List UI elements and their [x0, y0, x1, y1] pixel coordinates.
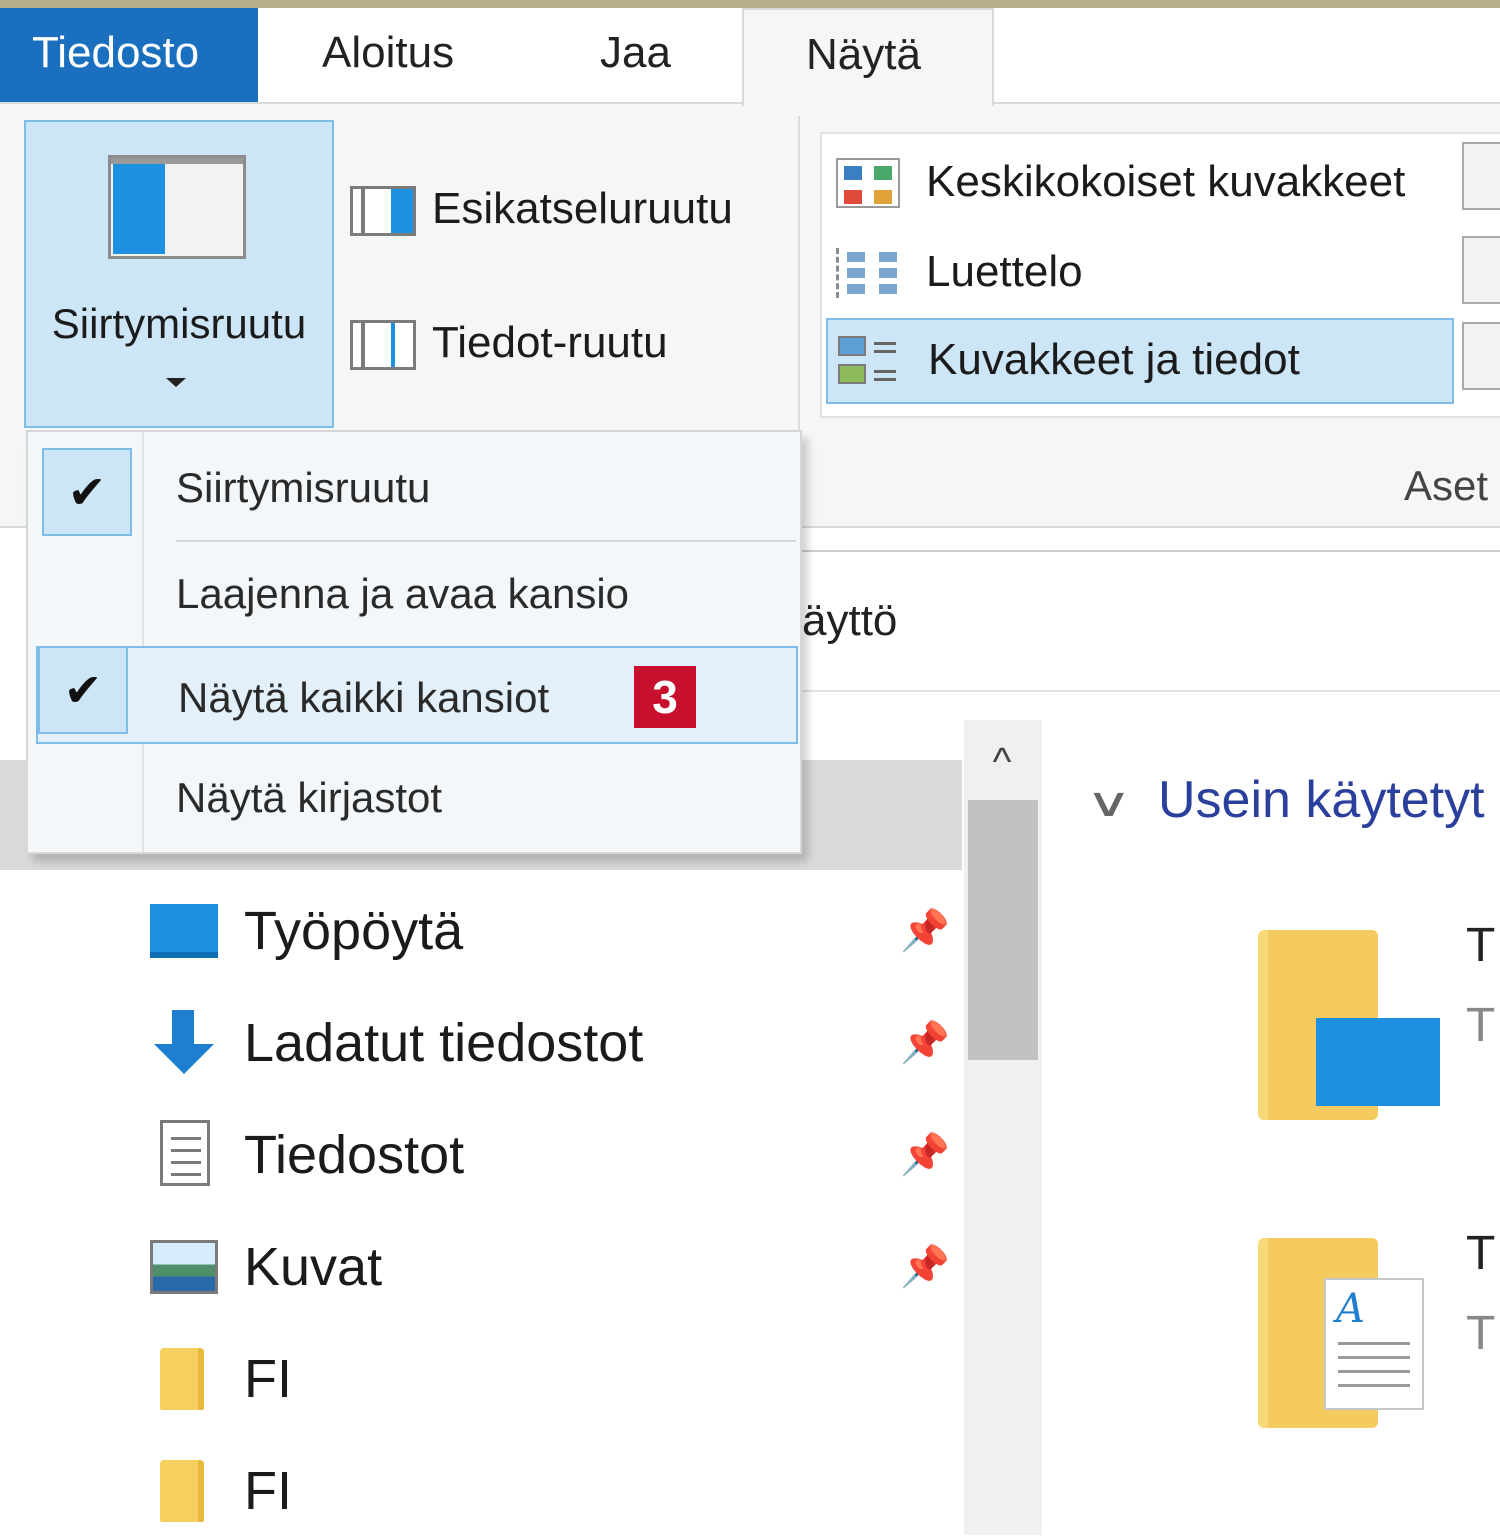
menu-item-show-all-folders[interactable]: ✔ Näytä kaikki kansiot 3 — [36, 646, 798, 744]
pin-icon[interactable]: 📌 — [900, 998, 950, 1088]
scroll-up-icon[interactable]: ^ — [980, 740, 1024, 784]
preview-pane-icon — [350, 186, 416, 236]
tree-item-pictures[interactable]: Kuvat 📌 — [150, 1222, 950, 1312]
item-subtitle-clipped: T — [1466, 1307, 1496, 1360]
folder-icon — [160, 1348, 204, 1410]
chevron-down-icon[interactable]: ∨ — [1085, 780, 1132, 826]
tiles-icon — [838, 336, 902, 386]
tree-item-downloads[interactable]: Ladatut tiedostot 📌 — [150, 998, 950, 1088]
layout-list[interactable]: Luettelo — [826, 232, 1454, 312]
menu-separator — [176, 540, 796, 542]
navigation-pane-label: Siirtymisruutu — [51, 300, 307, 347]
tab-file[interactable]: Tiedosto — [0, 8, 258, 104]
desktop-overlay — [1316, 1018, 1440, 1106]
preview-pane-label: Esikatseluruutu — [432, 184, 733, 233]
address-bar-bottom — [802, 690, 1500, 692]
pictures-icon — [150, 1240, 218, 1294]
address-bar-border — [802, 550, 1500, 552]
item-subtitle-clipped: T — [1466, 999, 1496, 1052]
layout-list-label: Luettelo — [926, 247, 1083, 296]
document-overlay: A — [1324, 1278, 1424, 1410]
layout-tiles-label: Kuvakkeet ja tiedot — [928, 335, 1300, 384]
download-icon — [150, 1010, 218, 1074]
menu-item-label: Siirtymisruutu — [176, 464, 431, 511]
tree-item-folder[interactable]: FI — [150, 1334, 950, 1424]
tree-item-label: Ladatut tiedostot — [244, 1013, 644, 1073]
menu-item-show-libraries[interactable]: Näytä kirjastot — [28, 748, 800, 848]
tree-item-label: Kuvat — [244, 1237, 383, 1297]
large-icons-icon[interactable] — [1462, 142, 1500, 210]
pin-icon[interactable]: 📌 — [900, 1110, 950, 1200]
tab-share[interactable]: Jaa — [600, 8, 671, 104]
tree-item-label: Tiedostot — [244, 1125, 465, 1185]
scroll-thumb[interactable] — [968, 800, 1038, 1060]
navigation-pane-icon — [108, 155, 246, 259]
menu-item-expand-to-folder[interactable]: Laajenna ja avaa kansio — [28, 544, 800, 644]
desktop-icon — [150, 904, 218, 958]
small-icons-icon[interactable] — [1462, 236, 1500, 304]
chevron-down-icon[interactable] — [166, 378, 186, 387]
details-pane-label: Tiedot-ruutu — [432, 318, 668, 367]
folder-documents-icon[interactable]: A — [1258, 1238, 1424, 1428]
layout-tiles[interactable]: Kuvakkeet ja tiedot — [826, 318, 1454, 404]
list-icon — [836, 248, 900, 298]
tab-home[interactable]: Aloitus — [322, 8, 454, 104]
options-label: Aset — [1404, 462, 1489, 509]
tree-item-label: FI — [244, 1349, 292, 1409]
step-badge: 3 — [634, 666, 696, 728]
item-title-clipped[interactable]: T — [1466, 918, 1495, 973]
details-pane-button[interactable]: Tiedot-ruutu — [348, 310, 778, 376]
details-pane-icon — [350, 320, 416, 370]
folder-icon — [160, 1460, 204, 1522]
pin-icon[interactable]: 📌 — [900, 1222, 950, 1312]
tree-item-desktop[interactable]: Työpöytä 📌 — [150, 886, 950, 976]
pin-icon[interactable]: 📌 — [900, 886, 950, 976]
menu-item-label: Näytä kaikki kansiot — [178, 674, 550, 721]
tree-item-label: Työpöytä — [244, 901, 464, 961]
layout-medium-icons-label: Keskikokoiset kuvakkeet — [926, 157, 1406, 206]
address-text[interactable]: äyttö — [802, 596, 897, 646]
checkmark-icon: ✔ — [38, 646, 128, 734]
tree-item-folder[interactable]: FI — [150, 1446, 950, 1536]
tree-item-documents[interactable]: Tiedostot 📌 — [150, 1110, 950, 1200]
preview-pane-button[interactable]: Esikatseluruutu — [348, 176, 778, 242]
layout-medium-icons[interactable]: Keskikokoiset kuvakkeet — [826, 142, 1454, 222]
tree-item-label: FI — [244, 1461, 292, 1521]
checkmark-icon: ✔ — [42, 448, 132, 536]
folder-desktop-icon[interactable] — [1258, 930, 1440, 1120]
window-top-border — [0, 0, 1500, 8]
menu-item-label: Näytä kirjastot — [176, 774, 443, 821]
navigation-pane-menu: ✔ Siirtymisruutu Laajenna ja avaa kansio… — [26, 430, 802, 854]
medium-icons-icon — [836, 158, 900, 208]
documents-icon — [160, 1120, 210, 1186]
item-title-clipped[interactable]: T — [1466, 1226, 1495, 1281]
details-view-icon[interactable] — [1462, 322, 1500, 390]
menu-item-label: Laajenna ja avaa kansio — [176, 570, 630, 617]
group-title[interactable]: Usein käytetyt — [1158, 770, 1485, 830]
tab-view[interactable]: Näytä — [742, 8, 994, 106]
menu-item-navigation-pane[interactable]: ✔ Siirtymisruutu — [28, 438, 800, 538]
